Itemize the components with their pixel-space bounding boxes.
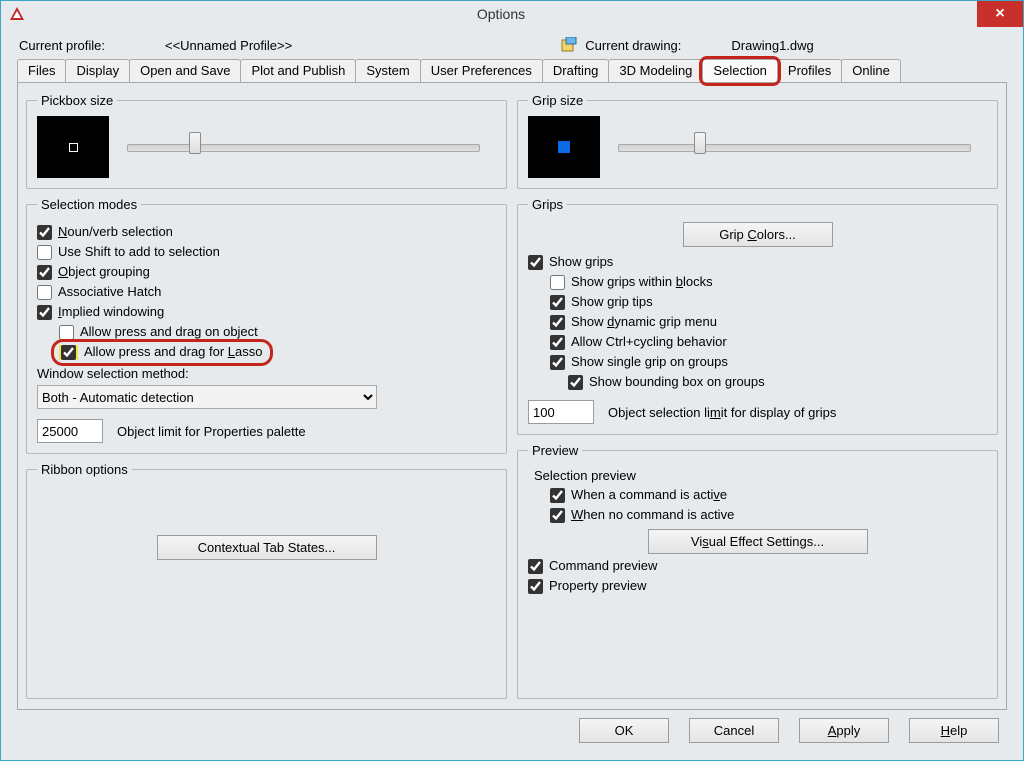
noun-verb-label: Noun/verb selection (58, 225, 173, 240)
grip-tips-label: Show grip tips (571, 295, 653, 310)
grip-size-group: Grip size (517, 93, 998, 189)
dynamic-grip-menu-checkbox[interactable] (550, 315, 565, 330)
preview-legend: Preview (528, 443, 582, 458)
ribbon-options-legend: Ribbon options (37, 462, 132, 477)
selection-modes-legend: Selection modes (37, 197, 141, 212)
ok-button[interactable]: OK (579, 718, 669, 743)
object-grouping-label: Object grouping (58, 265, 150, 280)
tab-3d-modeling[interactable]: 3D Modeling (608, 59, 703, 82)
ctrl-cycling-label: Allow Ctrl+cycling behavior (571, 335, 727, 350)
when-not-active-label: When no command is active (571, 508, 734, 523)
bbox-groups-label: Show bounding box on groups (589, 375, 765, 390)
show-grips-label: Show grips (549, 255, 613, 270)
grip-square-icon (558, 141, 570, 153)
command-preview-checkbox[interactable] (528, 559, 543, 574)
titlebar: Options × (1, 1, 1023, 27)
current-drawing-label: Current drawing: (585, 38, 681, 53)
grip-tips-checkbox[interactable] (550, 295, 565, 310)
selection-preview-label: Selection preview (534, 468, 987, 483)
when-not-active-checkbox[interactable] (550, 508, 565, 523)
tab-display[interactable]: Display (65, 59, 130, 82)
tab-panel: Pickbox size Selection modes Noun/verb s… (17, 82, 1007, 710)
when-active-checkbox[interactable] (550, 488, 565, 503)
object-grouping-checkbox[interactable] (37, 265, 52, 280)
property-preview-label: Property preview (549, 579, 647, 594)
property-preview-checkbox[interactable] (528, 579, 543, 594)
command-preview-label: Command preview (549, 559, 657, 574)
cancel-button[interactable]: Cancel (689, 718, 779, 743)
grip-preview (528, 116, 600, 178)
press-drag-lasso-checkbox[interactable] (61, 345, 76, 360)
current-profile-label: Current profile: (19, 38, 105, 53)
help-button[interactable]: Help (909, 718, 999, 743)
lasso-checkbox-highlight (59, 345, 78, 360)
associative-hatch-checkbox[interactable] (37, 285, 52, 300)
contextual-tab-states-button[interactable]: Contextual Tab States... (157, 535, 377, 560)
tab-plot-publish[interactable]: Plot and Publish (240, 59, 356, 82)
options-dialog: Options × Current profile: <<Unnamed Pro… (0, 0, 1024, 761)
use-shift-label: Use Shift to add to selection (58, 245, 220, 260)
visual-effect-settings-button[interactable]: Visual Effect Settings... (648, 529, 868, 554)
implied-windowing-checkbox[interactable] (37, 305, 52, 320)
selection-modes-group: Selection modes Noun/verb selection Use … (26, 197, 507, 454)
press-drag-object-label: Allow press and drag on object (80, 325, 258, 340)
pickbox-square-icon (69, 143, 78, 152)
current-profile-value: <<Unnamed Profile>> (165, 38, 292, 53)
associative-hatch-label: Associative Hatch (58, 285, 161, 300)
tab-open-save[interactable]: Open and Save (129, 59, 241, 82)
use-shift-checkbox[interactable] (37, 245, 52, 260)
window-selection-method-combo[interactable]: Both - Automatic detection (37, 385, 377, 409)
grips-group: Grips Grip Colors... Show grips Show gri… (517, 197, 998, 435)
tab-selection-label: Selection (713, 63, 766, 78)
tab-system[interactable]: System (355, 59, 420, 82)
pickbox-legend: Pickbox size (37, 93, 117, 108)
single-grip-groups-label: Show single grip on groups (571, 355, 728, 370)
tabstrip: Files Display Open and Save Plot and Pub… (17, 59, 1007, 82)
tab-user-preferences[interactable]: User Preferences (420, 59, 543, 82)
ctrl-cycling-checkbox[interactable] (550, 335, 565, 350)
grip-display-limit-input[interactable] (528, 400, 594, 424)
grip-size-legend: Grip size (528, 93, 587, 108)
bbox-groups-checkbox[interactable] (568, 375, 583, 390)
autocad-logo-icon (9, 6, 25, 22)
grip-display-limit-label: Object selection limit for display of gr… (608, 405, 836, 420)
tab-online[interactable]: Online (841, 59, 901, 82)
when-active-label: When a command is active (571, 488, 727, 503)
show-grips-checkbox[interactable] (528, 255, 543, 270)
grip-size-slider[interactable] (618, 144, 971, 152)
single-grip-groups-checkbox[interactable] (550, 355, 565, 370)
grips-legend: Grips (528, 197, 567, 212)
tab-files[interactable]: Files (17, 59, 66, 82)
dialog-button-row: OK Cancel Apply Help (1, 718, 999, 743)
noun-verb-checkbox[interactable] (37, 225, 52, 240)
current-drawing-value: Drawing1.dwg (731, 38, 813, 53)
tab-profiles[interactable]: Profiles (777, 59, 842, 82)
grips-within-blocks-checkbox[interactable] (550, 275, 565, 290)
profile-row: Current profile: <<Unnamed Profile>> Cur… (1, 27, 1023, 59)
tab-drafting[interactable]: Drafting (542, 59, 610, 82)
left-column: Pickbox size Selection modes Noun/verb s… (26, 93, 507, 699)
dynamic-grip-menu-label: Show dynamic grip menu (571, 315, 717, 330)
tab-selection[interactable]: Selection (702, 59, 777, 82)
close-button[interactable]: × (977, 1, 1023, 27)
pickbox-size-slider[interactable] (127, 144, 480, 152)
apply-button[interactable]: Apply (799, 718, 889, 743)
ribbon-options-group: Ribbon options Contextual Tab States... (26, 462, 507, 699)
window-selection-method-label: Window selection method: (37, 366, 496, 381)
grips-within-blocks-label: Show grips within blocks (571, 275, 713, 290)
press-drag-lasso-label: Allow press and drag for Lasso (84, 345, 263, 360)
window-title: Options (25, 6, 977, 22)
object-limit-label: Object limit for Properties palette (117, 424, 306, 439)
pickbox-size-group: Pickbox size (26, 93, 507, 189)
right-column: Grip size Grips Grip Colors... (517, 93, 998, 699)
implied-windowing-label: Implied windowing (58, 305, 164, 320)
pickbox-preview (37, 116, 109, 178)
grip-colors-button[interactable]: Grip Colors... (683, 222, 833, 247)
preview-group: Preview Selection preview When a command… (517, 443, 998, 699)
object-limit-input[interactable] (37, 419, 103, 443)
drawing-icon (561, 37, 577, 53)
press-drag-object-checkbox[interactable] (59, 325, 74, 340)
